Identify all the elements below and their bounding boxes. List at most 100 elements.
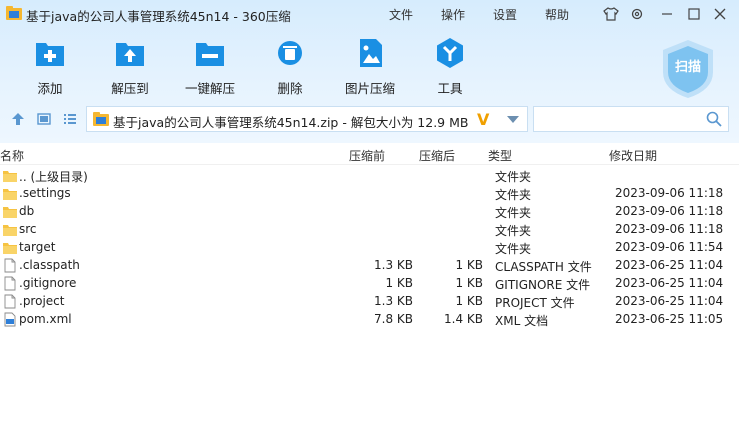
file-name: src [19, 222, 37, 236]
verified-icon: V [477, 110, 490, 129]
file-name: pom.xml [19, 312, 72, 326]
modified-date: 2023-06-25 11:04 [615, 258, 724, 272]
window-title: 基于java的公司人事管理系统45n14 - 360压缩 [26, 9, 291, 24]
file-name: target [19, 240, 56, 254]
thumbnail-view-button[interactable] [36, 111, 52, 127]
file-row[interactable]: .project 1.3 KB 1 KB PROJECT 文件 2023-06-25 1… [0, 293, 739, 311]
scan-label: 扫描 [674, 60, 701, 75]
gear-icon [631, 8, 643, 20]
tools-icon [437, 38, 463, 68]
close-button[interactable] [709, 4, 731, 24]
minimize-icon [662, 13, 672, 15]
file-row[interactable]: src 文件夹 2023-09-06 11:18 [0, 221, 739, 239]
image-compress-button[interactable]: 图片压缩 [330, 38, 410, 97]
address-bar[interactable]: 基于java的公司人事管理系统45n14.zip - 解包大小为 12.9 MB… [86, 106, 528, 132]
file-name: .. (上级目录) [19, 170, 88, 184]
one-click-extract-button[interactable]: 一键解压 [170, 38, 250, 97]
file-name: .project [19, 294, 65, 308]
modified-date: 2023-06-25 11:05 [615, 312, 724, 326]
header-divider [0, 164, 739, 165]
size-before: 1.3 KB [374, 294, 413, 308]
menu-settings[interactable]: 设置 [493, 6, 517, 23]
file-icon [4, 258, 16, 273]
column-before[interactable]: 压缩前 [349, 147, 385, 164]
add-button[interactable]: 添加 [10, 38, 90, 97]
chevron-down-icon[interactable] [507, 116, 519, 123]
file-type: 文件夹 [495, 170, 532, 184]
thumbnail-view-icon [37, 113, 51, 125]
list-view-icon [64, 114, 76, 124]
up-button[interactable] [10, 111, 26, 127]
search-icon[interactable] [706, 111, 722, 127]
menu-operation[interactable]: 操作 [441, 6, 465, 23]
search-input[interactable] [538, 110, 702, 130]
file-row[interactable]: .classpath 1.3 KB 1 KB CLASSPATH 文件 2023-06-… [0, 257, 739, 275]
image-compress-label: 图片压缩 [344, 81, 395, 96]
image-compress-icon [360, 39, 382, 67]
folder-icon [3, 171, 17, 182]
tools-button[interactable]: 工具 [410, 38, 490, 97]
file-type: XML 文档 [495, 314, 549, 328]
delete-button[interactable]: 删除 [250, 38, 330, 97]
extract-to-icon [116, 43, 144, 66]
folder-icon [3, 225, 17, 236]
one-click-extract-icon [196, 43, 224, 66]
archive-icon [93, 112, 109, 126]
file-type: 文件夹 [495, 206, 532, 220]
file-row[interactable]: pom.xml 7.8 KB 1.4 KB XML 文档 2023-06-25 11:0… [0, 311, 739, 329]
scan-button[interactable]: 扫描 [657, 38, 719, 100]
close-icon [714, 8, 726, 20]
file-name: .classpath [19, 258, 80, 272]
maximize-icon [688, 8, 700, 20]
shirt-icon [603, 7, 619, 21]
delete-label: 删除 [277, 81, 303, 96]
folder-icon [3, 243, 17, 254]
delete-icon [278, 41, 302, 65]
file-row[interactable]: db 文件夹 2023-09-06 11:18 [0, 203, 739, 221]
add-icon [36, 43, 64, 66]
modified-date: 2023-06-25 11:04 [615, 276, 724, 290]
file-type: CLASSPATH 文件 [495, 260, 592, 274]
menu-file[interactable]: 文件 [389, 6, 413, 23]
list-view-button[interactable] [62, 111, 78, 127]
modified-date: 2023-06-25 11:04 [615, 294, 724, 308]
size-after: 1 KB [455, 276, 483, 290]
file-icon [4, 276, 16, 291]
skin-button[interactable] [600, 4, 622, 24]
file-row[interactable]: .. (上级目录) 文件夹 [0, 167, 739, 185]
size-after: 1 KB [455, 294, 483, 308]
minimize-button[interactable] [656, 4, 678, 24]
tools-label: 工具 [437, 81, 463, 96]
title-bar: 基于java的公司人事管理系统45n14 - 360压缩 文件 操作 设置 帮助 [0, 0, 739, 28]
arrow-up-icon [12, 113, 24, 125]
modified-date: 2023-09-06 11:18 [615, 204, 724, 218]
modified-date: 2023-09-06 11:18 [615, 186, 724, 200]
file-name: db [19, 204, 35, 218]
extract-to-button[interactable]: 解压到 [90, 38, 170, 97]
column-name[interactable]: 名称 [0, 147, 24, 164]
file-type: 文件夹 [495, 242, 532, 256]
modified-date: 2023-09-06 11:18 [615, 222, 724, 236]
file-type: 文件夹 [495, 188, 532, 202]
app-icon [6, 6, 22, 20]
file-type: PROJECT 文件 [495, 296, 575, 310]
file-type: 文件夹 [495, 224, 532, 238]
file-name: .gitignore [19, 276, 77, 290]
maximize-button[interactable] [683, 4, 705, 24]
column-after[interactable]: 压缩后 [419, 147, 455, 164]
column-date[interactable]: 修改日期 [609, 147, 657, 164]
file-icon [4, 294, 16, 309]
size-before: 7.8 KB [374, 312, 413, 326]
column-type[interactable]: 类型 [488, 147, 512, 164]
search-box[interactable] [533, 106, 729, 132]
file-row[interactable]: target 文件夹 2023-09-06 11:54 [0, 239, 739, 257]
folder-icon [3, 207, 17, 218]
size-before: 1 KB [385, 276, 413, 290]
file-name: .settings [19, 186, 71, 200]
file-type: GITIGNORE 文件 [495, 278, 591, 292]
file-row[interactable]: .settings 文件夹 2023-09-06 11:18 [0, 185, 739, 203]
settings-button[interactable] [626, 4, 648, 24]
size-after: 1.4 KB [444, 312, 483, 326]
menu-help[interactable]: 帮助 [545, 6, 569, 23]
file-row[interactable]: .gitignore 1 KB 1 KB GITIGNORE 文件 2023-06-25… [0, 275, 739, 293]
